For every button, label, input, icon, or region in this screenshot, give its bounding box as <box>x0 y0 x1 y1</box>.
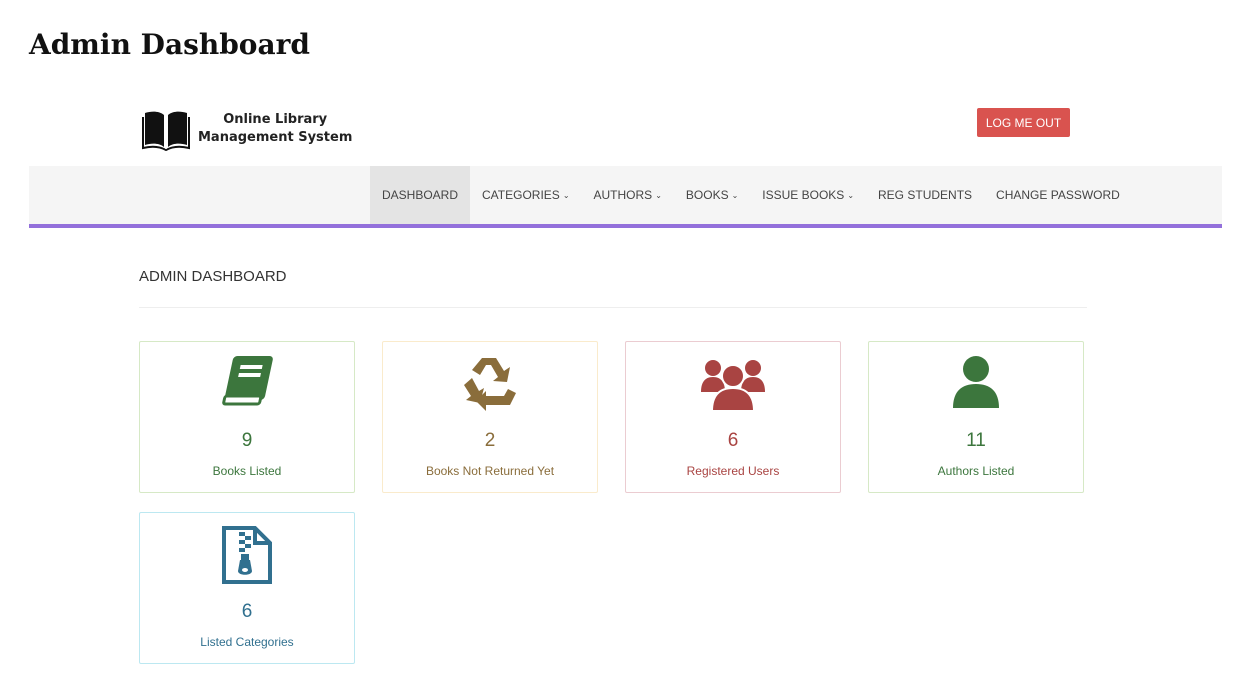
nav-item-label: AUTHORS <box>593 188 653 202</box>
nav-item-label: ISSUE BOOKS <box>762 188 845 202</box>
stat-label: Books Listed <box>212 464 282 478</box>
stat-card-books-listed[interactable]: 9 Books Listed <box>139 341 355 493</box>
nav-item-label: CATEGORIES <box>482 188 560 202</box>
site-name-line-2: Management System <box>198 130 353 145</box>
chevron-down-icon: ⌄ <box>847 191 855 200</box>
section-heading: ADMIN DASHBOARD <box>139 268 287 285</box>
nav-item-change-password[interactable]: CHANGE PASSWORD <box>984 166 1132 224</box>
nav-item-authors[interactable]: AUTHORS ⌄ <box>582 166 674 224</box>
chevron-down-icon: ⌄ <box>562 191 570 200</box>
page-title: Admin Dashboard <box>29 28 310 61</box>
logout-button[interactable]: LOG ME OUT <box>977 108 1070 137</box>
chevron-down-icon: ⌄ <box>655 191 662 200</box>
nav-item-label: DASHBOARD <box>382 188 459 202</box>
nav-item-dashboard[interactable]: DASHBOARD <box>370 166 471 224</box>
nav-item-label: REG STUDENTS <box>878 188 973 202</box>
stat-count: 2 <box>484 430 496 451</box>
divider <box>139 307 1087 308</box>
nav-item-issue-books[interactable]: ISSUE BOOKS ⌄ <box>750 166 866 224</box>
stat-count: 11 <box>966 430 986 451</box>
nav-item-reg-students[interactable]: REG STUDENTS <box>866 166 984 224</box>
site-name-line-1: Online Library <box>223 112 328 127</box>
recycle-icon <box>460 354 520 417</box>
site-header: Online Library Management System LOG ME … <box>139 104 1074 154</box>
book-icon <box>218 354 276 413</box>
stat-label: Registered Users <box>686 464 780 478</box>
stat-label: Books Not Returned Yet <box>425 464 555 478</box>
stat-card-books-not-returned[interactable]: 2 Books Not Returned Yet <box>382 341 598 493</box>
stat-count: 6 <box>727 430 739 451</box>
file-archive-icon <box>221 525 273 590</box>
stat-card-listed-categories[interactable]: 6 Listed Categories <box>139 512 355 664</box>
stat-count: 9 <box>241 430 253 451</box>
stat-card-registered-users[interactable]: 6 Registered Users <box>625 341 841 493</box>
nav-item-label: CHANGE PASSWORD <box>996 188 1120 202</box>
chevron-down-icon: ⌄ <box>731 191 739 200</box>
main-nav: DASHBOARD CATEGORIES ⌄ AUTHORS ⌄ BOOKS ⌄ IS… <box>29 166 1222 228</box>
open-book-icon <box>142 111 190 151</box>
stat-count: 6 <box>241 601 253 622</box>
site-name: Online Library Management System <box>198 111 352 147</box>
logo[interactable]: Online Library Management System <box>142 107 352 151</box>
nav-item-categories[interactable]: CATEGORIES ⌄ <box>470 166 582 224</box>
stat-card-authors-listed[interactable]: 11 Authors Listed <box>868 341 1084 493</box>
user-icon <box>951 354 1001 415</box>
nav-item-label: BOOKS <box>685 188 729 202</box>
nav-menu: DASHBOARD CATEGORIES ⌄ AUTHORS ⌄ BOOKS ⌄ IS… <box>370 166 1132 224</box>
nav-item-books[interactable]: BOOKS ⌄ <box>674 166 750 224</box>
users-icon <box>700 354 766 419</box>
stat-label: Authors Listed <box>937 464 1015 478</box>
stat-label: Listed Categories <box>200 635 294 649</box>
